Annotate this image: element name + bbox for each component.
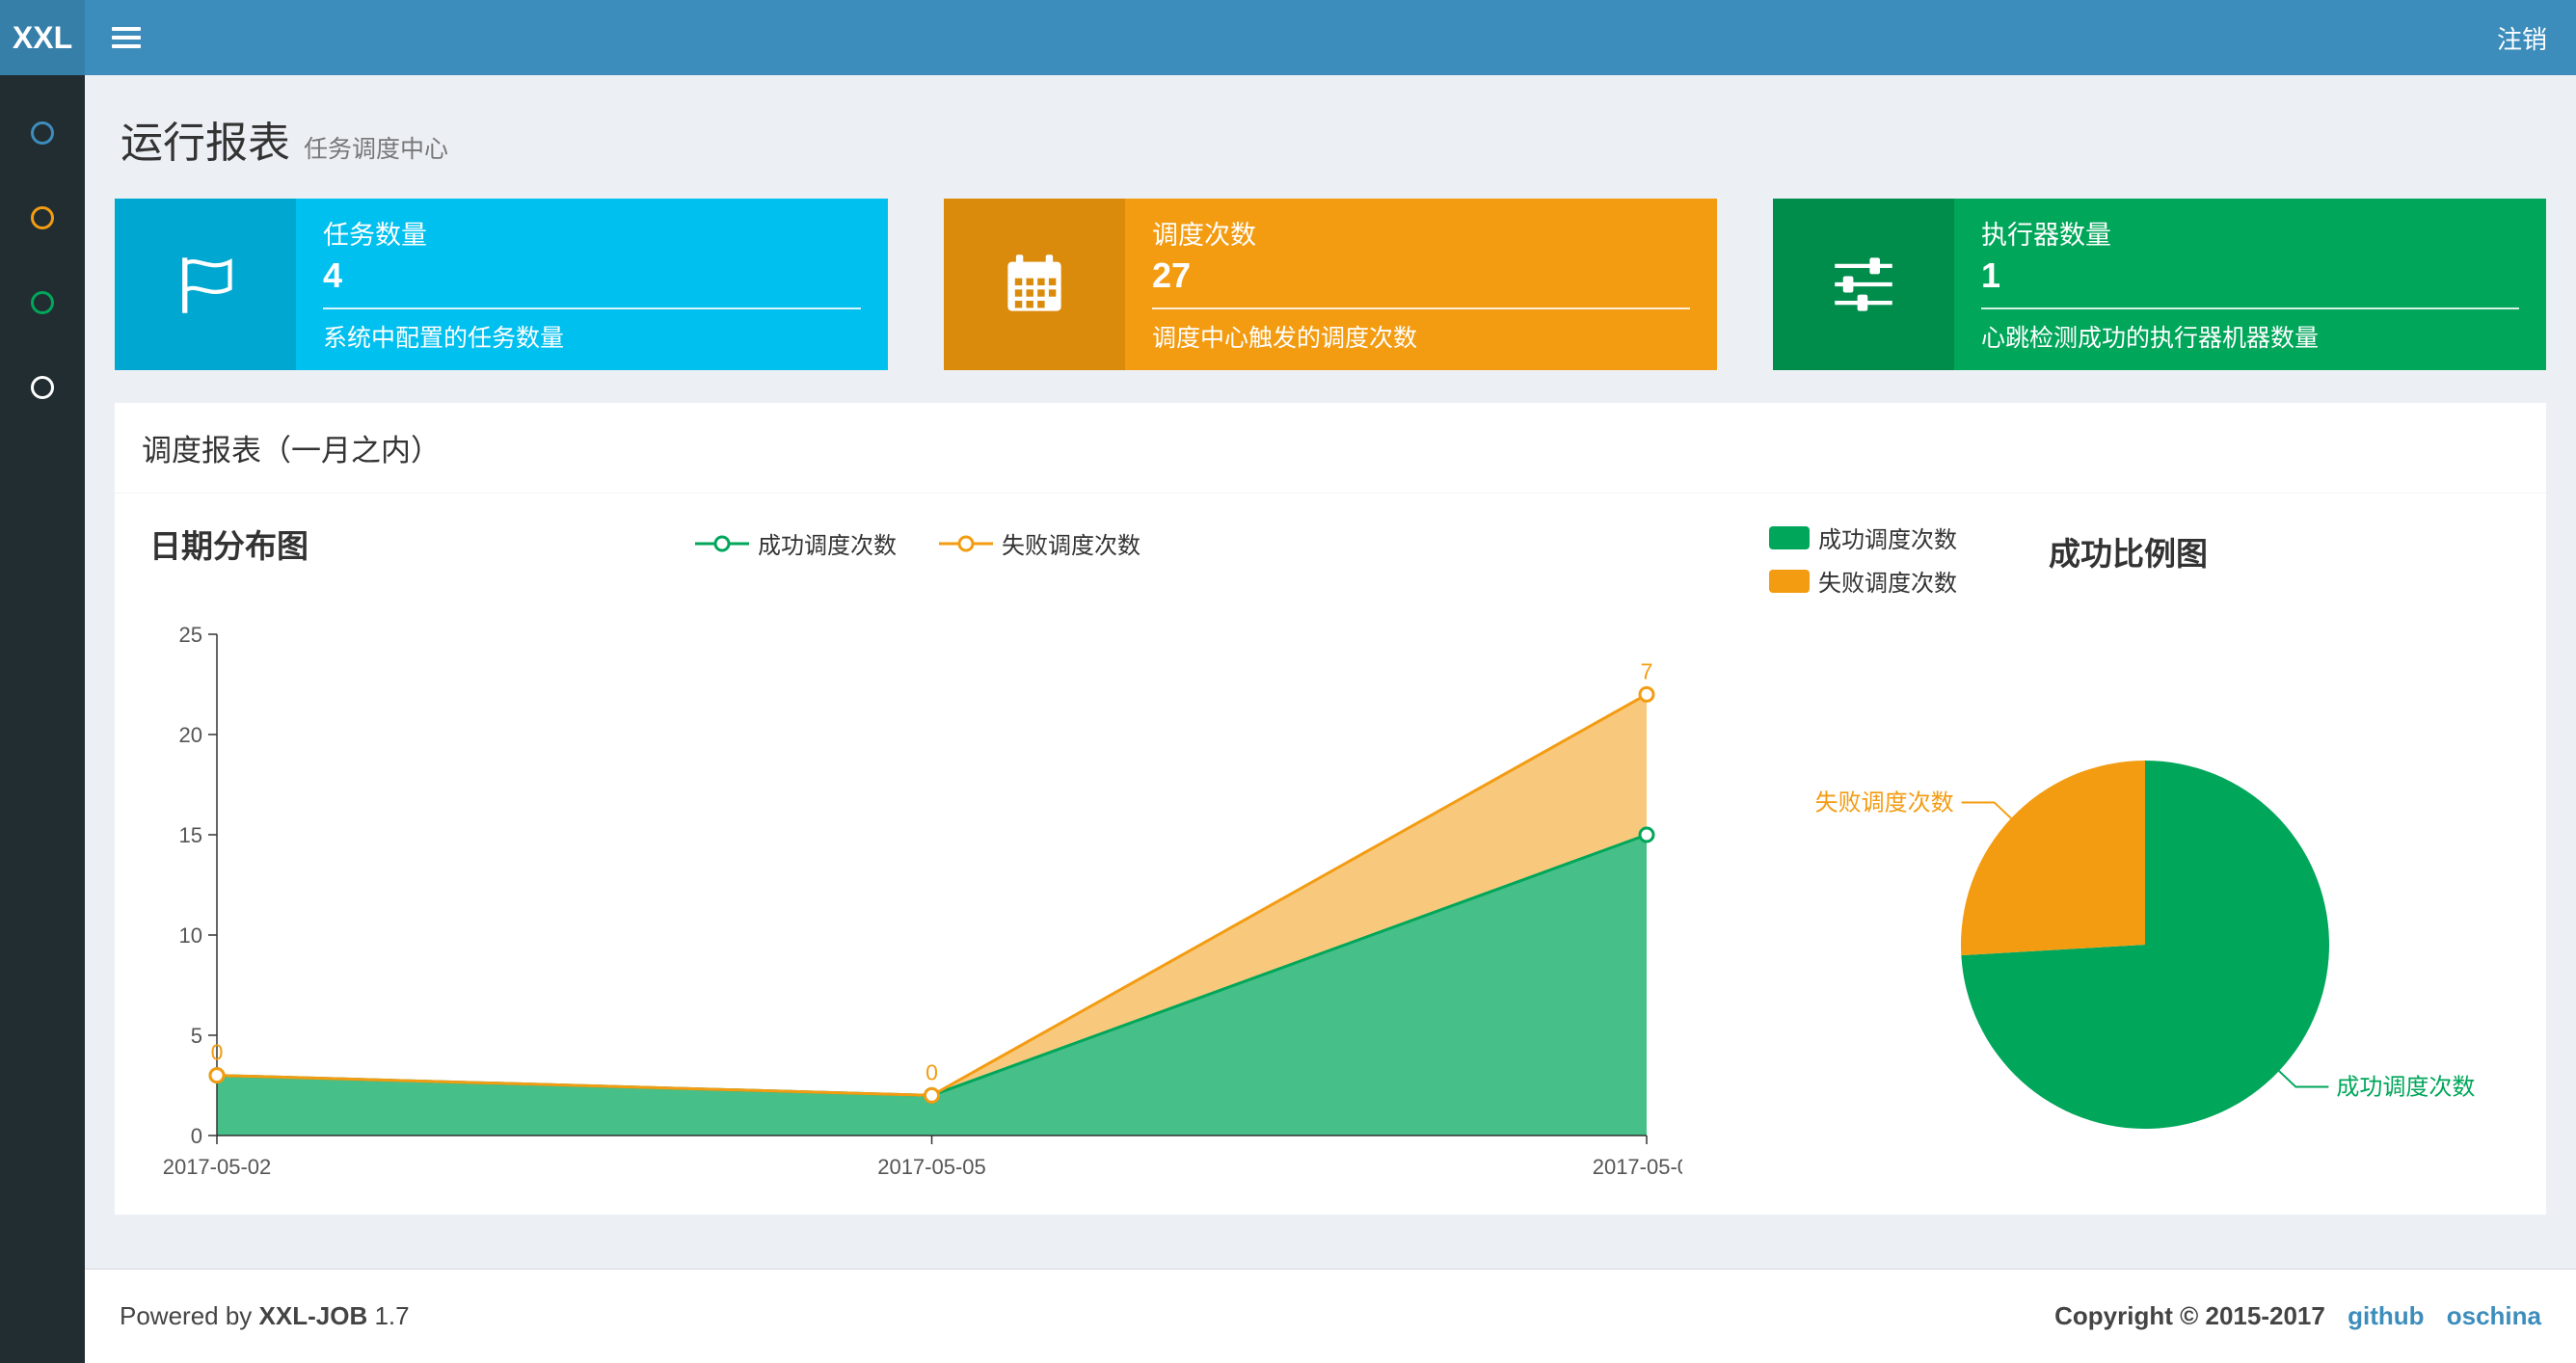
pie-chart-svg: 成功调度次数 失败调度次数 bbox=[1815, 761, 2475, 1129]
app-logo[interactable]: XXL bbox=[0, 0, 85, 75]
page-subtitle: 任务调度中心 bbox=[304, 136, 449, 163]
report-panel: 调度报表（一月之内） 日期分布图 成功调度次数 失败调度次数 0 5 10 15… bbox=[115, 403, 2546, 1215]
success-ratio-chart: 成功调度次数 失败调度次数 成功比例图 成功调度次数 失败调度次数 bbox=[1769, 521, 2521, 1195]
legend-label: 失败调度次数 bbox=[1002, 533, 1140, 559]
hamburger-icon bbox=[112, 22, 141, 53]
svg-text:15: 15 bbox=[179, 823, 202, 847]
powered-by-text: Powered by XXL-JOB 1.7 bbox=[120, 1301, 410, 1330]
svg-text:失败调度次数: 失败调度次数 bbox=[1815, 789, 1954, 815]
flag-icon bbox=[115, 199, 296, 370]
oschina-link[interactable]: oschina bbox=[2447, 1301, 2541, 1330]
line-legend-item[interactable]: 成功调度次数 bbox=[695, 526, 897, 560]
summary-cards: 任务数量 4 系统中配置的任务数量 调度次数 27 调度中心触发的调度次数 执行… bbox=[115, 199, 2546, 370]
svg-text:成功调度次数: 成功调度次数 bbox=[2336, 1075, 2475, 1101]
sidebar-item-dashboard[interactable] bbox=[31, 121, 54, 145]
line-chart-legend: 成功调度次数 失败调度次数 bbox=[695, 526, 1140, 560]
svg-text:2017-05-02: 2017-05-02 bbox=[163, 1155, 272, 1179]
info-label: 执行器数量 bbox=[1981, 221, 2111, 250]
sidebar bbox=[0, 75, 85, 1363]
product-name: XXL-JOB bbox=[258, 1301, 368, 1330]
top-navbar: XXL 注销 bbox=[0, 0, 2576, 75]
info-label: 调度次数 bbox=[1152, 221, 1256, 250]
pie-chart-title: 成功比例图 bbox=[2049, 536, 2208, 572]
panel-title: 调度报表（一月之内） bbox=[142, 434, 441, 468]
page-header: 运行报表 任务调度中心 bbox=[115, 108, 2546, 170]
divider bbox=[1981, 307, 2519, 309]
pie-chart-legend: 成功调度次数 失败调度次数 bbox=[1769, 521, 1957, 598]
page-title: 运行报表 bbox=[121, 120, 290, 167]
pie-legend-item[interactable]: 成功调度次数 bbox=[1769, 521, 1957, 554]
svg-text:5: 5 bbox=[191, 1024, 202, 1048]
main-content: 运行报表 任务调度中心 任务数量 4 系统中配置的任务数量 调度次数 27 调度… bbox=[85, 75, 2576, 1269]
info-value: 4 bbox=[323, 255, 343, 295]
pie-legend-swatch bbox=[1769, 569, 1810, 593]
legend-label: 失败调度次数 bbox=[1818, 571, 1957, 597]
pie-legend-item[interactable]: 失败调度次数 bbox=[1769, 564, 1957, 598]
product-version: 1.7 bbox=[374, 1301, 410, 1330]
info-value: 27 bbox=[1152, 255, 1192, 295]
svg-text:10: 10 bbox=[179, 923, 202, 948]
sidebar-item-job-manage[interactable] bbox=[31, 206, 54, 229]
svg-text:25: 25 bbox=[179, 623, 202, 647]
panel-header: 调度报表（一月之内） bbox=[115, 403, 2546, 494]
logout-button[interactable]: 注销 bbox=[2468, 0, 2576, 75]
github-link[interactable]: github bbox=[2348, 1301, 2424, 1330]
svg-text:0: 0 bbox=[191, 1124, 202, 1148]
sidebar-item-job-log[interactable] bbox=[31, 291, 54, 314]
info-description: 调度中心触发的调度次数 bbox=[1152, 325, 1418, 352]
info-description: 系统中配置的任务数量 bbox=[323, 325, 565, 352]
pie-legend-swatch bbox=[1769, 525, 1810, 549]
copyright-text: Copyright © 2015-2017 github oschina bbox=[2054, 1301, 2541, 1330]
info-box-executors: 执行器数量 1 心跳检测成功的执行器机器数量 bbox=[1773, 199, 2546, 370]
info-box-triggers: 调度次数 27 调度中心触发的调度次数 bbox=[944, 199, 1717, 370]
calendar-icon bbox=[944, 199, 1125, 370]
info-label: 任务数量 bbox=[323, 221, 427, 250]
navbar-spacer bbox=[168, 0, 2468, 75]
divider bbox=[1152, 307, 1690, 309]
info-box-jobs: 任务数量 4 系统中配置的任务数量 bbox=[115, 199, 888, 370]
svg-text:7: 7 bbox=[1641, 658, 1653, 683]
sidebar-toggle-button[interactable] bbox=[85, 0, 168, 75]
info-description: 心跳检测成功的执行器机器数量 bbox=[1981, 325, 2320, 352]
svg-text:2017-05-08: 2017-05-08 bbox=[1593, 1155, 1682, 1179]
info-value: 1 bbox=[1981, 255, 2001, 295]
legend-label: 成功调度次数 bbox=[1818, 527, 1957, 553]
svg-text:20: 20 bbox=[179, 723, 202, 747]
page-footer: Powered by XXL-JOB 1.7 Copyright © 2015-… bbox=[85, 1269, 2576, 1363]
divider bbox=[323, 307, 861, 309]
line-legend-item[interactable]: 失败调度次数 bbox=[939, 526, 1140, 560]
legend-label: 成功调度次数 bbox=[758, 533, 897, 559]
svg-text:0: 0 bbox=[926, 1059, 938, 1084]
svg-text:2017-05-05: 2017-05-05 bbox=[877, 1155, 986, 1179]
sidebar-item-help[interactable] bbox=[31, 376, 54, 399]
svg-text:0: 0 bbox=[211, 1040, 224, 1065]
date-distribution-chart: 日期分布图 成功调度次数 失败调度次数 0 5 10 15 20 25 2017-0 bbox=[140, 521, 1696, 1195]
line-chart-svg: 05101520252017-05-022017-05-052017-05-08… bbox=[163, 623, 1682, 1179]
sliders-icon bbox=[1773, 199, 1954, 370]
